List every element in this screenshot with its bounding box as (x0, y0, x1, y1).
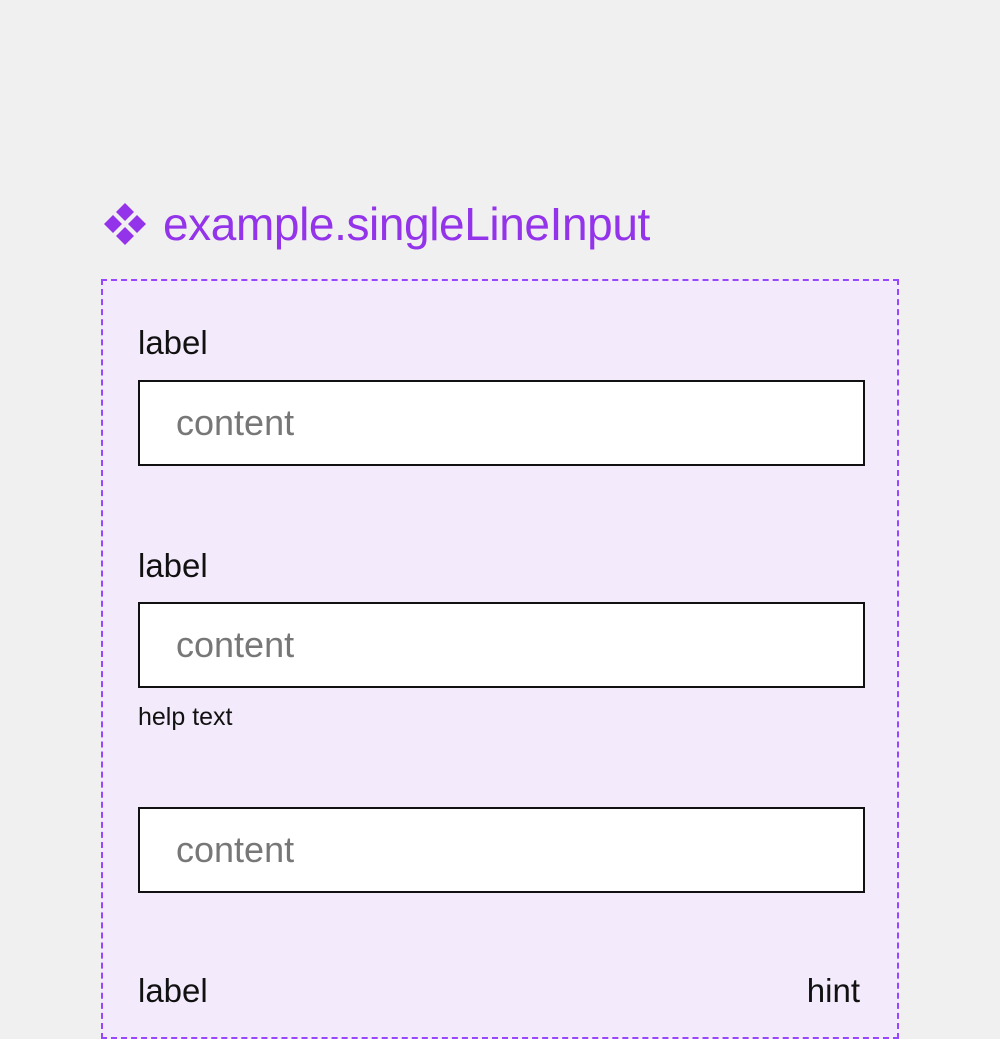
field-label: label (138, 324, 208, 361)
component-name: example.singleLineInput (163, 198, 650, 250)
input-placeholder: content (176, 624, 295, 665)
single-line-input-with-help[interactable]: content (138, 602, 865, 688)
single-line-input-examples-frame: label content label content help text co… (101, 279, 899, 1039)
single-line-input-unlabeled[interactable]: content (138, 807, 865, 893)
help-text: help text (138, 703, 233, 731)
single-line-input[interactable]: content (138, 380, 865, 466)
field-label: label (138, 547, 208, 584)
field-hint: hint (806, 972, 860, 1009)
input-placeholder: content (176, 402, 295, 443)
component-diamond-icon (104, 203, 146, 245)
field-label: label (138, 972, 208, 1009)
component-title: example.singleLineInput (101, 194, 650, 254)
input-placeholder: content (176, 829, 295, 870)
